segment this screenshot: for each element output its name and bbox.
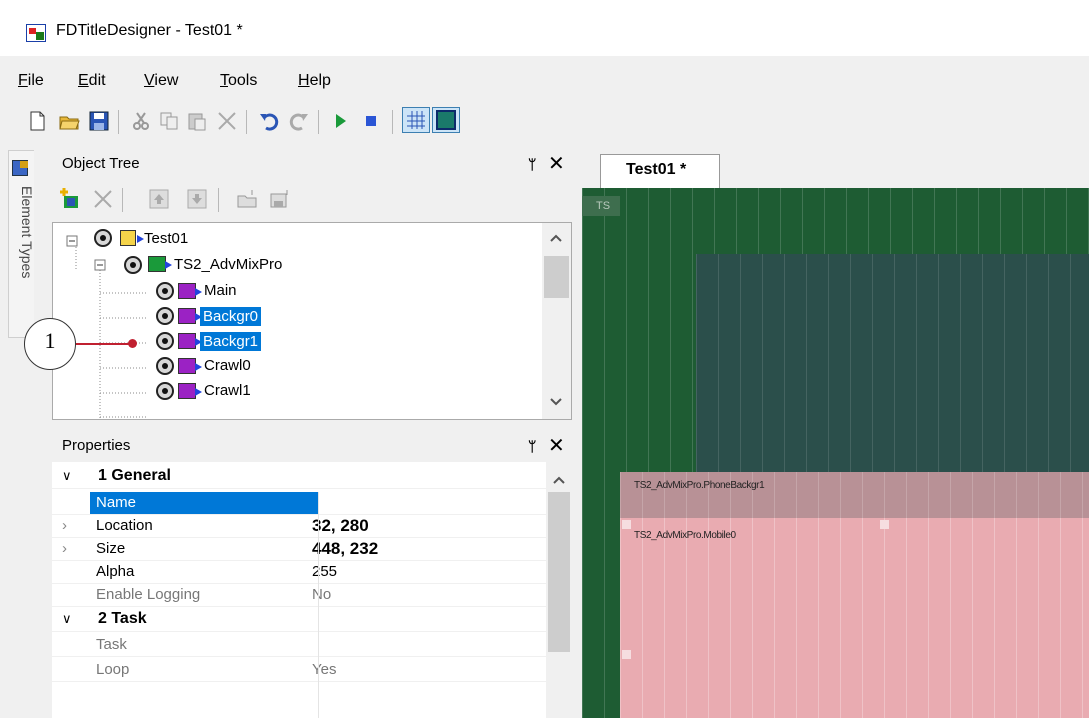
- menu-edit[interactable]: Edit: [78, 72, 106, 90]
- element-icon: [178, 333, 202, 349]
- property-row-enable-logging[interactable]: Enable Logging No: [52, 584, 546, 607]
- window-title: FDTitleDesigner - Test01 *: [56, 22, 243, 39]
- property-grid-divider: [318, 492, 319, 718]
- element-icon: [178, 308, 202, 324]
- new-file-icon[interactable]: [26, 110, 48, 132]
- menu-file[interactable]: File: [18, 72, 44, 90]
- tree-node-crawl1[interactable]: Crawl1: [52, 382, 552, 406]
- element-icon: [178, 283, 202, 299]
- toolbar-separator: [118, 110, 119, 134]
- toolbar-separator: [122, 188, 123, 212]
- element-types-icon: [12, 160, 28, 176]
- visibility-icon[interactable]: [156, 282, 174, 300]
- tab-label: Test01 *: [626, 161, 687, 178]
- property-row-location[interactable]: › Location 32, 280: [52, 515, 546, 538]
- element-icon: [178, 383, 202, 399]
- pin-icon[interactable]: ᛘ: [528, 156, 536, 172]
- app-icon: [26, 24, 46, 42]
- callout-leader: [76, 343, 132, 345]
- app-window: FDTitleDesigner - Test01 * File Edit Vie…: [0, 0, 1089, 718]
- property-row-size[interactable]: › Size 448, 232: [52, 538, 546, 561]
- cut-icon[interactable]: [130, 110, 152, 132]
- scroll-up-icon[interactable]: [548, 232, 564, 244]
- pin-icon[interactable]: ᛘ: [528, 438, 536, 454]
- import-icon[interactable]: [236, 188, 258, 210]
- menu-view[interactable]: View: [144, 72, 178, 90]
- property-row-name[interactable]: Name: [52, 492, 546, 515]
- resize-handle[interactable]: [880, 520, 889, 529]
- menu-help[interactable]: Help: [298, 72, 331, 90]
- visibility-icon[interactable]: [124, 256, 142, 274]
- properties-title: Properties: [62, 437, 131, 454]
- resize-handle[interactable]: [622, 520, 631, 529]
- toolbar-separator: [246, 110, 247, 134]
- element-types-label: Element Types: [19, 186, 35, 279]
- tree-node-backgr0[interactable]: Backgr0: [52, 307, 552, 331]
- element-backgr1-label: TS2_AdvMixPro.PhoneBackgr1: [634, 480, 765, 491]
- tree-node-main[interactable]: Main: [52, 282, 552, 306]
- scroll-down-icon[interactable]: [548, 396, 564, 408]
- open-folder-icon[interactable]: [58, 110, 80, 132]
- toolbar-separator: [392, 110, 393, 134]
- close-icon[interactable]: ✕: [548, 154, 565, 174]
- property-row-alpha[interactable]: Alpha 255: [52, 561, 546, 584]
- title-icon: [120, 230, 144, 246]
- callout-number: 1: [44, 328, 56, 353]
- tree-node-crawl0[interactable]: Crawl0: [52, 357, 552, 381]
- collapse-icon[interactable]: ∨: [62, 468, 72, 484]
- copy-icon[interactable]: [158, 110, 180, 132]
- visibility-icon[interactable]: [156, 357, 174, 375]
- property-row-task[interactable]: Task: [52, 634, 546, 657]
- properties-header: [52, 432, 582, 460]
- element-backgr0[interactable]: [620, 518, 1089, 718]
- expand-icon[interactable]: ›: [62, 540, 67, 557]
- element-backgr1[interactable]: [620, 472, 1089, 518]
- scene-tag: TS: [582, 196, 620, 216]
- category-task[interactable]: ∨ 2 Task: [52, 609, 546, 632]
- close-icon[interactable]: ✕: [548, 436, 565, 456]
- delete-element-icon[interactable]: [92, 188, 114, 210]
- undo-icon[interactable]: [258, 110, 280, 132]
- category-general[interactable]: ∨ 1 General: [52, 466, 546, 489]
- move-down-icon[interactable]: [186, 188, 208, 210]
- scrollbar-thumb[interactable]: [548, 492, 570, 652]
- add-element-icon[interactable]: [58, 188, 80, 210]
- object-tree-toolbar: [52, 180, 582, 220]
- element-icon: [178, 358, 202, 374]
- paste-icon[interactable]: [186, 110, 208, 132]
- menu-tools[interactable]: Tools: [220, 72, 257, 90]
- export-icon[interactable]: [268, 188, 290, 210]
- visibility-icon[interactable]: [156, 332, 174, 350]
- resize-handle[interactable]: [622, 650, 631, 659]
- callout-dot: [128, 339, 137, 348]
- visibility-icon[interactable]: [156, 307, 174, 325]
- tree-node-test01[interactable]: Test01: [52, 229, 552, 254]
- redo-icon[interactable]: [288, 110, 310, 132]
- collapse-icon[interactable]: ∨: [62, 611, 72, 627]
- visibility-icon[interactable]: [94, 229, 112, 247]
- canvas-region-dark[interactable]: [696, 254, 1089, 472]
- toolbar-separator: [318, 110, 319, 134]
- move-up-icon[interactable]: [148, 188, 170, 210]
- play-icon[interactable]: [330, 110, 352, 132]
- save-icon[interactable]: [88, 110, 110, 132]
- property-row-loop[interactable]: Loop Yes: [52, 659, 546, 682]
- scene-icon: [148, 256, 172, 272]
- delete-icon[interactable]: [216, 110, 238, 132]
- stop-icon[interactable]: [360, 110, 382, 132]
- expand-icon[interactable]: ›: [62, 517, 67, 534]
- tree-node-ts2-advmixpro[interactable]: TS2_AdvMixPro: [52, 256, 552, 280]
- scroll-up-icon[interactable]: [551, 474, 567, 486]
- safe-area-toggle-icon[interactable]: [432, 107, 460, 133]
- element-backgr0-label: TS2_AdvMixPro.Mobile0: [634, 530, 736, 541]
- visibility-icon[interactable]: [156, 382, 174, 400]
- object-tree-scrollbar[interactable]: [542, 223, 571, 419]
- scrollbar-thumb[interactable]: [544, 256, 569, 298]
- toolbar-separator: [218, 188, 219, 212]
- object-tree-title: Object Tree: [62, 155, 140, 172]
- grid-toggle-icon[interactable]: [402, 107, 430, 133]
